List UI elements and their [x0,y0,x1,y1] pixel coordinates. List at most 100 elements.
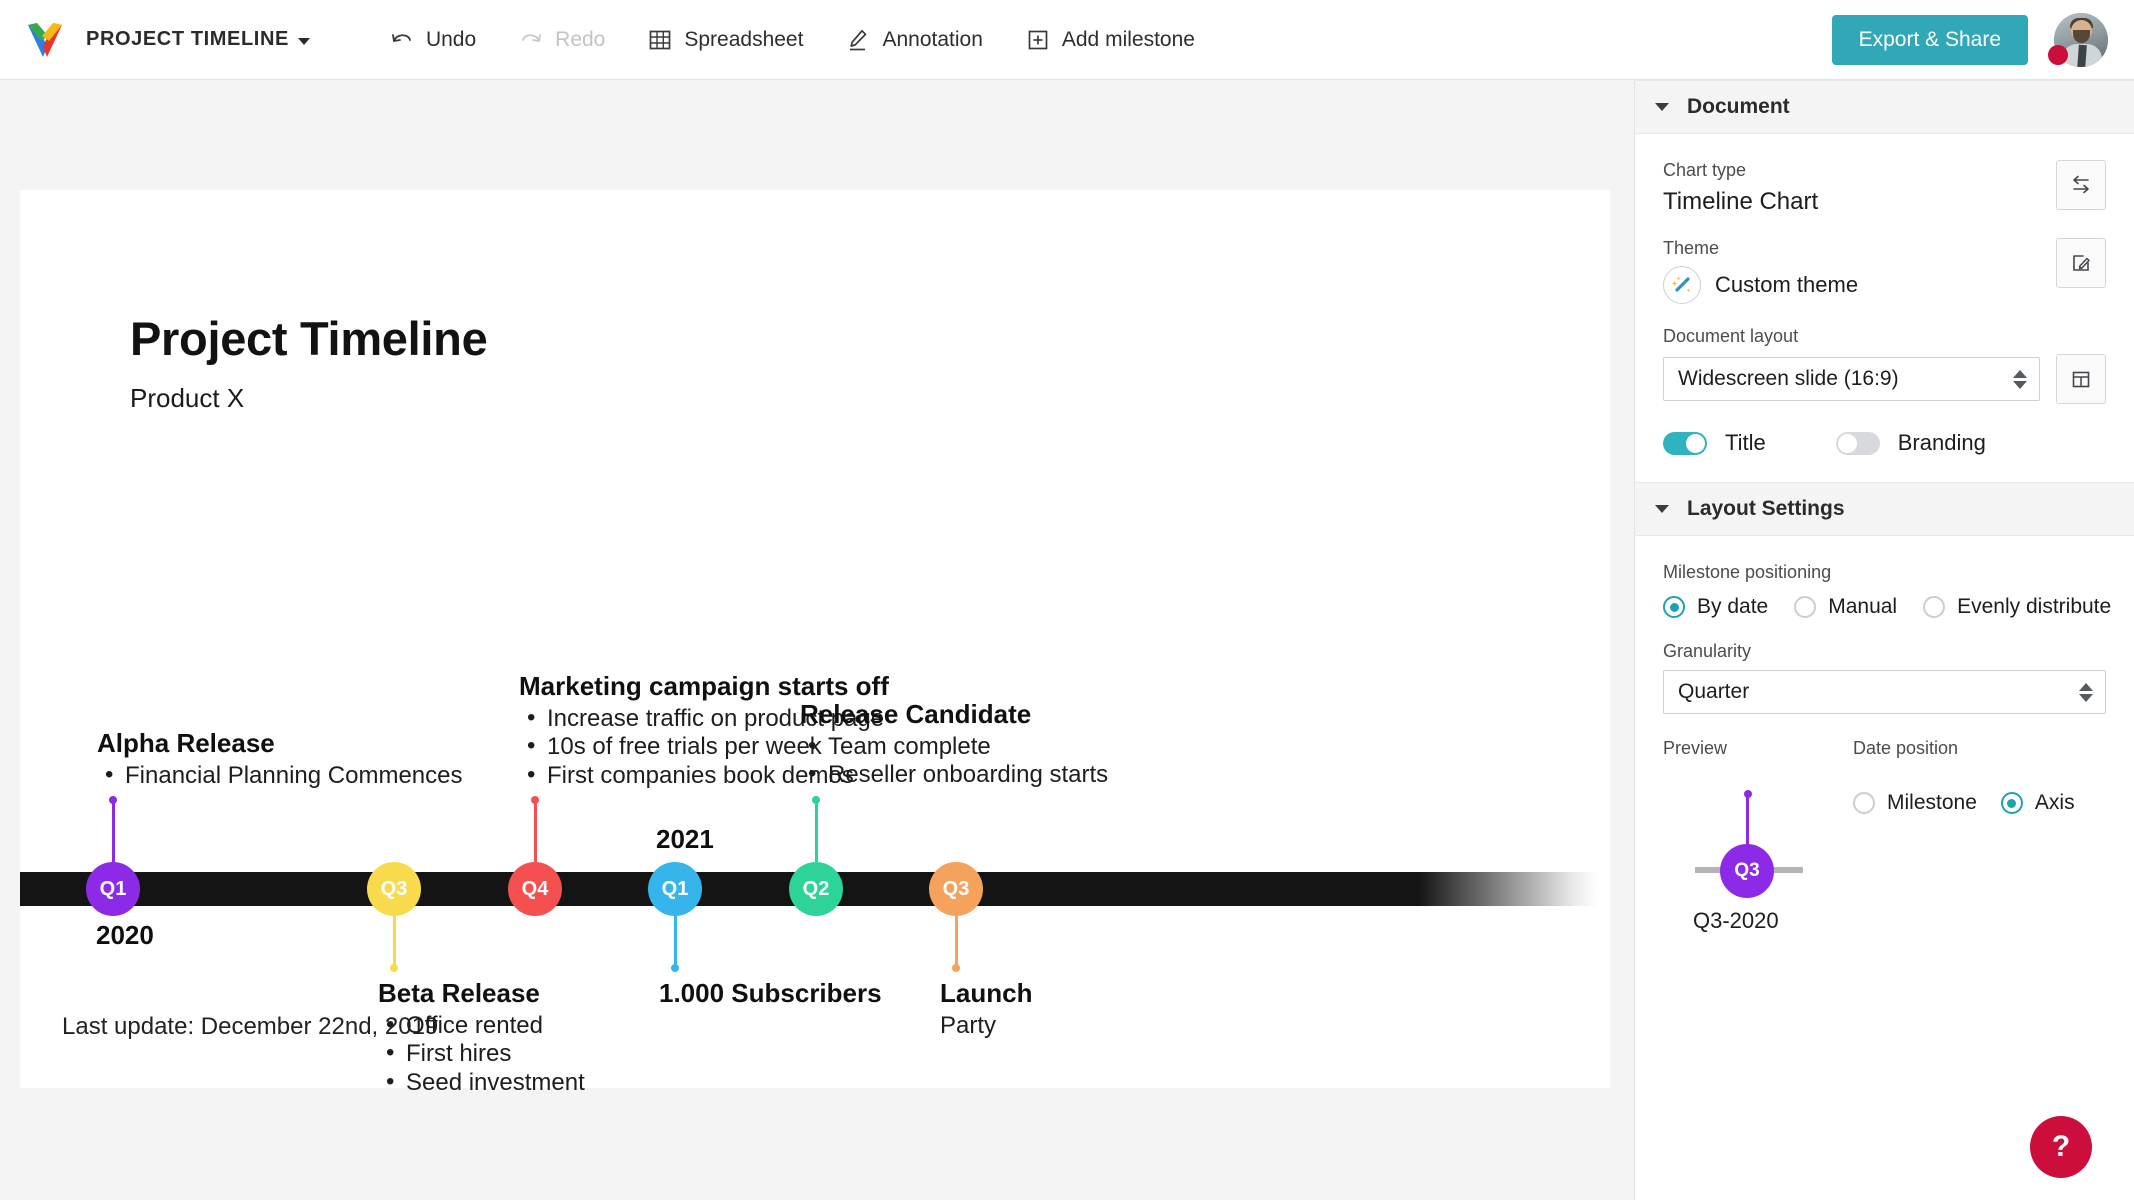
layout-grid-icon[interactable] [2056,354,2106,404]
radio-label: Axis [2034,791,2075,814]
undo-label: Undo [425,27,477,51]
milestone-positioning-radio-group: By date Manual Evenly distribute [1663,595,2111,619]
branding-toggle-row: Branding [1835,430,1986,456]
milestone-dot-q4-2[interactable]: Q4 [508,862,562,916]
radio-option[interactable]: Milestone [1853,791,1977,815]
milestone-dot-q1-3[interactable]: Q1 [648,862,702,916]
document-title-dropdown[interactable]: PROJECT TIMELINE [86,28,310,51]
toolbar-actions: Undo Redo Spreadsheet Annotation Add mil… [368,19,1216,61]
milestone-heading: Beta Release [378,978,540,1008]
chevron-down-icon [1655,505,1669,513]
layout-settings-section-body: Milestone positioning By date Manual Evenl… [1635,536,2134,961]
milestone-label-group[interactable]: Beta ReleaseOffice rentedFirst hiresSeed… [378,978,585,1097]
axis-solid-segment [20,872,1418,906]
layout-settings-section-header[interactable]: Layout Settings [1635,482,2134,536]
pencil-icon [845,27,871,53]
radio-option[interactable]: By date [1663,595,1768,619]
milestone-preview: Q3 Q3-2020 [1663,766,1863,941]
milestone-label-group[interactable]: Launch Party [940,978,1032,1040]
milestone-stem [531,796,539,862]
document-layout-select[interactable]: Widescreen slide (16:9) [1663,357,2040,401]
add-milestone-button[interactable]: Add milestone [1004,19,1216,61]
granularity-value: Quarter [1678,680,1750,703]
milestone-stem [671,916,679,972]
radio-label: By date [1697,595,1769,618]
help-button[interactable]: ? [2030,1116,2092,1178]
granularity-select[interactable]: Quarter [1663,670,2106,714]
chart-subtitle[interactable]: Product X [130,383,244,414]
preview-date-label: Q3-2020 [1693,908,1779,933]
milestone-dot-q1-0[interactable]: Q1 [86,862,140,916]
milestone-label-group[interactable]: Release CandidateTeam completeReseller o… [800,699,1108,790]
milestone-bullet: Office rented [378,1011,585,1040]
undo-arrow-icon [389,27,415,53]
notification-badge [2048,44,2068,65]
annotation-label: Annotation [882,27,983,51]
radio-option[interactable]: Axis [2000,791,2075,815]
spreadsheet-table-icon [647,27,673,53]
axis-year-label: 2020 [96,920,154,950]
branding-toggle[interactable] [1835,431,1880,455]
milestone-bullet: Reseller onboarding starts [800,760,1108,789]
milestone-dot-q2-4[interactable]: Q2 [789,862,843,916]
milestone-heading: Alpha Release [97,728,275,758]
milestone-label-group[interactable]: 1.000 Subscribers [659,978,882,1012]
add-plus-box-icon [1025,27,1051,53]
milestone-heading: Release Candidate [800,699,1032,729]
chart-title[interactable]: Project Timeline [130,311,488,366]
title-toggle-label: Title [1725,430,1766,455]
theme-label: Theme [1663,238,1720,258]
canvas-workspace: Project Timeline Product X Q1 Alpha Relea… [0,80,1634,1200]
milestone-heading: Launch [940,978,1033,1008]
radio-button[interactable] [1794,596,1817,618]
user-avatar[interactable] [2048,12,2108,67]
radio-label: Manual [1828,595,1898,618]
radio-option[interactable]: Evenly distribute [1923,595,2111,619]
spreadsheet-button[interactable]: Spreadsheet [626,19,824,61]
axis-fade-segment [1418,872,1598,906]
document-section-header[interactable]: Document [1635,80,2134,134]
redo-label: Redo [555,27,606,51]
preview-label: Preview [1663,738,1728,758]
milestone-stem [952,916,960,972]
milestone-bullet: Seed investment [378,1068,585,1097]
radio-option[interactable]: Manual [1794,595,1897,619]
redo-arrow-icon [518,27,544,53]
milestone-bullet-list: Financial Planning Commences [97,761,463,790]
edit-brush-icon[interactable] [2056,238,2106,288]
spreadsheet-label: Spreadsheet [684,27,804,51]
undo-button[interactable]: Undo [368,19,497,61]
swap-arrows-icon[interactable] [2056,160,2106,210]
radio-label: Milestone [1887,791,1977,814]
milestone-dot-q3-5[interactable]: Q3 [929,862,983,916]
redo-button[interactable]: Redo [497,19,626,61]
spinner-arrows-icon [2079,682,2093,702]
spinner-arrows-icon [2013,369,2027,389]
milestone-positioning-label: Milestone positioning [1663,562,1832,582]
milestone-label-group[interactable]: Alpha Release Financial Planning Commence… [97,728,463,790]
milestone-stem [109,796,117,862]
theme-selector[interactable]: Custom theme [1663,266,1858,304]
export-share-button[interactable]: Export & Share [1831,14,2028,65]
radio-button[interactable] [1923,596,1946,618]
milestone-stem [390,916,398,972]
radio-button[interactable] [2000,792,2023,814]
add-milestone-label: Add milestone [1061,27,1195,51]
milestone-heading: Marketing campaign starts off [519,671,889,701]
settings-panel: Document Chart type Timeline Chart Theme [1634,80,2134,1200]
document-layout-label: Document layout [1663,326,1799,346]
venngage-v-logo-icon[interactable] [22,17,68,63]
chart-type-value: Timeline Chart [1663,188,1819,215]
title-toggle[interactable] [1663,431,1707,455]
radio-button[interactable] [1663,596,1685,618]
slide-canvas[interactable]: Project Timeline Product X Q1 Alpha Relea… [20,190,1610,1096]
document-section-title: Document [1687,95,1790,118]
date-position-radio-group: Milestone Axis [1853,791,2106,815]
milestone-dot-q3-1[interactable]: Q3 [367,862,421,916]
chevron-down-icon [297,37,310,45]
radio-label: Evenly distribute [1957,595,2112,618]
milestone-heading: 1.000 Subscribers [659,978,882,1008]
document-title-label: PROJECT TIMELINE [86,28,289,50]
annotation-button[interactable]: Annotation [824,19,1003,61]
document-layout-value: Widescreen slide (16:9) [1678,367,1899,390]
